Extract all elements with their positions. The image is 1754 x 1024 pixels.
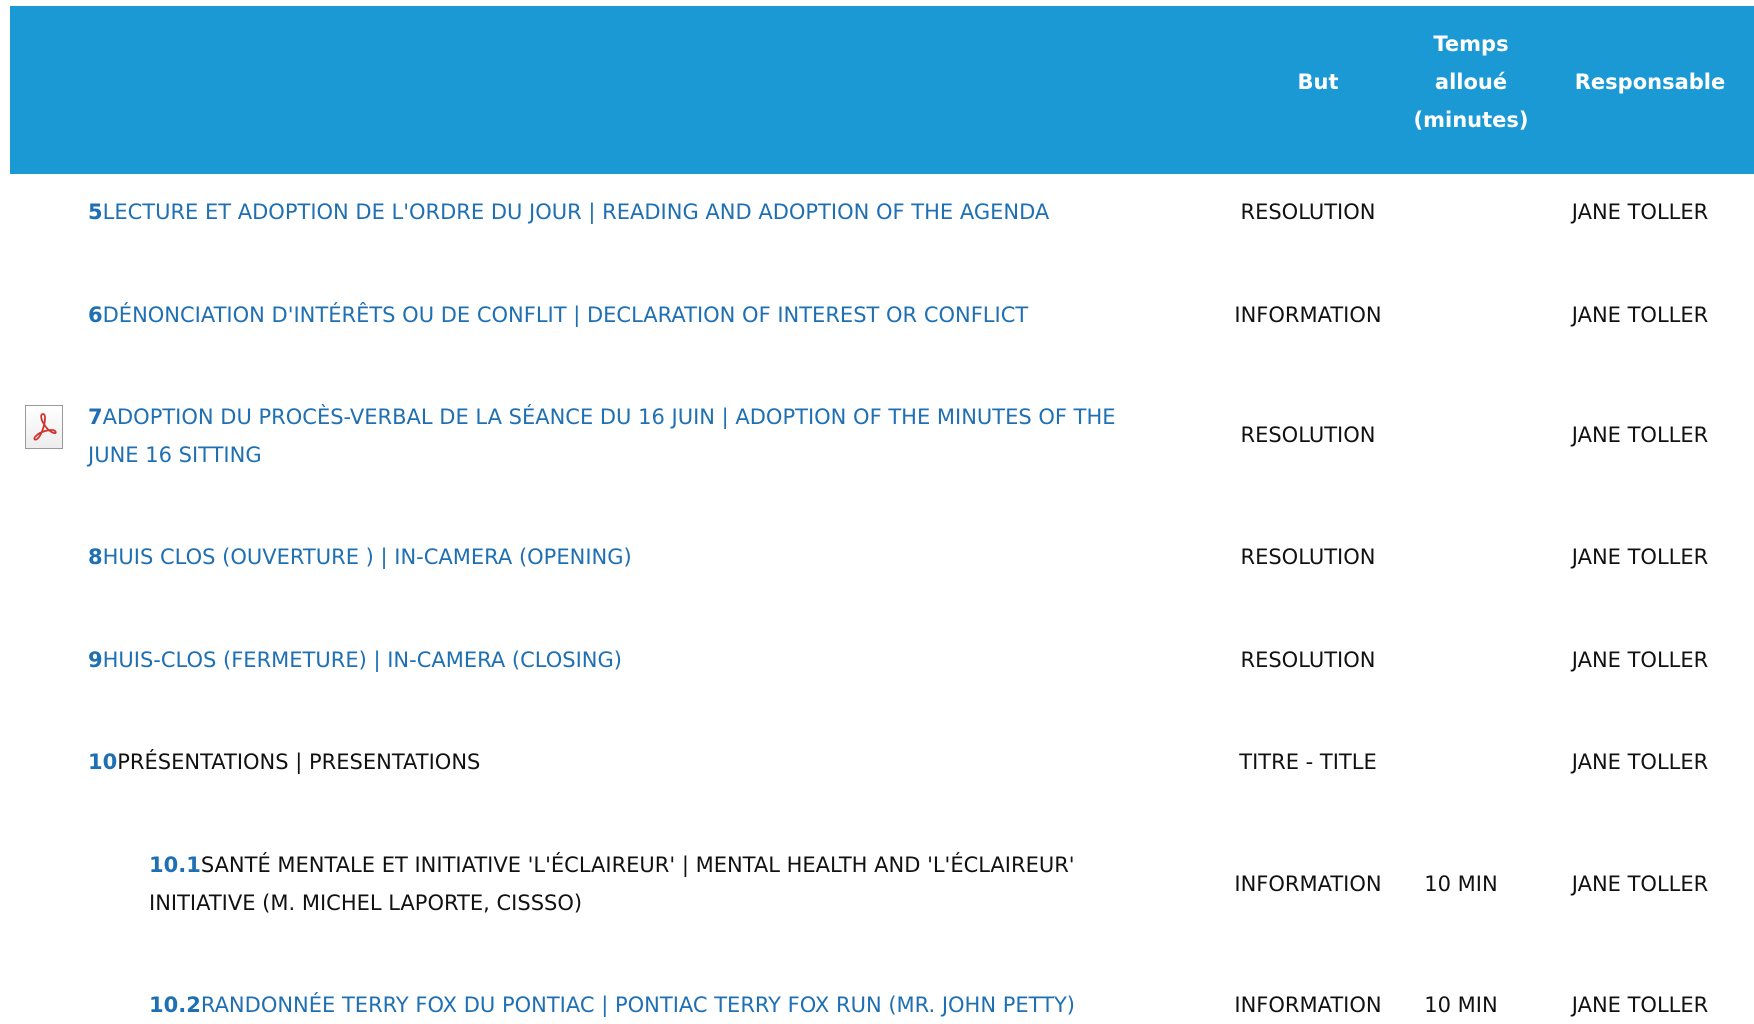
- agenda-item-number: 5: [88, 200, 103, 224]
- agenda-item-title: HUIS-CLOS (FERMETURE) | IN-CAMERA (CLOSI…: [102, 648, 622, 672]
- agenda-item-but: INFORMATION: [1234, 303, 1382, 327]
- agenda-item-temps: 10 MIN: [1424, 872, 1498, 896]
- agenda-item-responsable: JANE TOLLER: [1571, 303, 1709, 327]
- agenda-item-number: 8: [88, 545, 103, 569]
- agenda-item-title: RANDONNÉE TERRY FOX DU PONTIAC | PONTIAC…: [200, 993, 1075, 1017]
- agenda-item-but: TITRE - TITLE: [1239, 750, 1377, 774]
- agenda-item-responsable: JANE TOLLER: [1571, 872, 1709, 896]
- agenda-item-link-5[interactable]: 5LECTURE ET ADOPTION DE L'ORDRE DU JOUR …: [88, 193, 1049, 231]
- agenda-item-heading-10-1: 10.1SANTÉ MENTALE ET INITIATIVE 'L'ÉCLAI…: [149, 846, 1075, 922]
- agenda-item-responsable: JANE TOLLER: [1571, 423, 1709, 447]
- agenda-item-heading-10: 10PRÉSENTATIONS | PRESENTATIONS: [88, 743, 480, 781]
- agenda-item-title-line2: INITIATIVE (M. MICHEL LAPORTE, CISSSO): [149, 891, 583, 915]
- agenda-item-responsable: JANE TOLLER: [1571, 993, 1709, 1017]
- agenda-item-number: 10.2: [149, 993, 201, 1017]
- agenda-item-link-6[interactable]: 6DÉNONCIATION D'INTÉRÊTS OU DE CONFLIT |…: [88, 296, 1028, 334]
- agenda-item-number: 9: [88, 648, 103, 672]
- agenda-item-title: ADOPTION DU PROCÈS-VERBAL DE LA SÉANCE D…: [102, 405, 1116, 429]
- agenda-item-title: HUIS CLOS (OUVERTURE ) | IN-CAMERA (OPEN…: [102, 545, 632, 569]
- agenda-item-link-10-2[interactable]: 10.2RANDONNÉE TERRY FOX DU PONTIAC | PON…: [149, 986, 1075, 1024]
- agenda-item-but: RESOLUTION: [1240, 200, 1376, 224]
- agenda-item-but: RESOLUTION: [1240, 648, 1376, 672]
- agenda-item-temps: 10 MIN: [1424, 993, 1498, 1017]
- agenda-item-link-7[interactable]: 7ADOPTION DU PROCÈS-VERBAL DE LA SÉANCE …: [88, 398, 1116, 474]
- column-header-temps: Temps alloué (minutes): [1396, 25, 1546, 139]
- agenda-item-number: 10.1: [149, 853, 201, 877]
- agenda-item-responsable: JANE TOLLER: [1571, 545, 1709, 569]
- agenda-item-link-8[interactable]: 8HUIS CLOS (OUVERTURE ) | IN-CAMERA (OPE…: [88, 538, 632, 576]
- agenda-item-responsable: JANE TOLLER: [1571, 750, 1709, 774]
- agenda-item-number: 6: [88, 303, 103, 327]
- agenda-item-but: RESOLUTION: [1240, 423, 1376, 447]
- agenda-item-number: 7: [88, 405, 103, 429]
- agenda-item-title-line1: 10.1SANTÉ MENTALE ET INITIATIVE 'L'ÉCLAI…: [149, 846, 1075, 884]
- pdf-icon[interactable]: [25, 405, 63, 449]
- agenda-item-but: INFORMATION: [1234, 872, 1382, 896]
- agenda-item-but: INFORMATION: [1234, 993, 1382, 1017]
- agenda-item-title: PRÉSENTATIONS | PRESENTATIONS: [117, 750, 481, 774]
- agenda-item-but: RESOLUTION: [1240, 545, 1376, 569]
- agenda-item-title: DÉNONCIATION D'INTÉRÊTS OU DE CONFLIT | …: [102, 303, 1029, 327]
- agenda-item-title-line1: 7ADOPTION DU PROCÈS-VERBAL DE LA SÉANCE …: [88, 398, 1116, 436]
- agenda-item-responsable: JANE TOLLER: [1571, 648, 1709, 672]
- agenda-item-responsable: JANE TOLLER: [1571, 200, 1709, 224]
- agenda-item-title-line2: JUNE 16 SITTING: [88, 443, 262, 467]
- column-header-temps-line3: (minutes): [1413, 108, 1529, 132]
- column-header-temps-line1: Temps: [1433, 32, 1509, 56]
- agenda-item-title: LECTURE ET ADOPTION DE L'ORDRE DU JOUR |…: [102, 200, 1050, 224]
- column-header-but: But: [1297, 70, 1339, 94]
- column-header-responsable: Responsable: [1574, 70, 1726, 94]
- agenda-item-link-9[interactable]: 9HUIS-CLOS (FERMETURE) | IN-CAMERA (CLOS…: [88, 641, 622, 679]
- column-header-temps-line2: alloué: [1434, 70, 1508, 94]
- agenda-item-number: 10: [88, 750, 118, 774]
- table-header: But Temps alloué (minutes) Responsable: [10, 6, 1754, 174]
- agenda-item-title: SANTÉ MENTALE ET INITIATIVE 'L'ÉCLAIREUR…: [200, 853, 1075, 877]
